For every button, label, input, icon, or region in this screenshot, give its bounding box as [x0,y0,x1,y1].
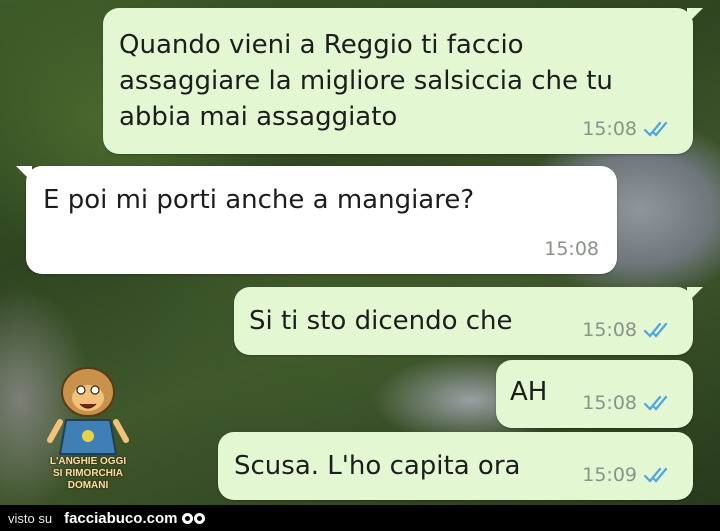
message-time: 15:08 [544,238,599,260]
message-bubble-outgoing[interactable]: AH 15:08 [496,360,693,428]
message-meta: 15:08 [544,238,599,260]
bubble-tail [687,8,703,24]
message-bubble-outgoing[interactable]: Scusa. L'ho capita ora 15:09 [218,432,693,500]
double-check-icon [643,395,668,411]
message-text-line: Scusa. L'ho capita ora [234,451,521,481]
eyes-icon [182,512,206,524]
watermark-logo: L'ANGHIE OGGI SI RIMORCHIA DOMANI [42,362,134,492]
bubble-tail [16,166,32,182]
watermark-line2: SI RIMORCHIA DOMANI [53,468,123,491]
message-bubble-outgoing[interactable]: Si ti sto dicendo che 15:08 [234,287,703,355]
message-text-line: AH [510,377,548,407]
message-meta: 15:09 [582,464,675,486]
message-text-line: assaggiare la migliore salsiccia che tu [119,66,613,96]
footer-site-link[interactable]: facciabuco.com [64,510,177,527]
message-time: 15:08 [582,319,637,341]
double-check-icon [643,121,668,137]
watermark-line1: L'ANGHIE OGGI [49,456,127,467]
message-bubble-incoming[interactable]: E poi mi porti anche a mangiare? 15:08 [16,166,617,274]
message-time: 15:08 [582,118,637,140]
message-meta: 15:08 [582,118,675,140]
message-text-line: abbia mai assaggiato [119,102,398,132]
double-check-icon [643,322,668,338]
message-time: 15:09 [582,464,637,486]
bubble-tail [687,287,703,303]
double-check-icon [643,467,668,483]
cartoon-character-icon [47,367,129,455]
message-meta: 15:08 [582,319,675,341]
message-meta: 15:08 [582,392,675,414]
message-bubble-outgoing[interactable]: Quando vieni a Reggio ti faccio assaggia… [103,8,703,154]
message-text-line: E poi mi porti anche a mangiare? [43,185,475,215]
message-time: 15:08 [582,392,637,414]
footer-bar: visto su facciabuco.com [0,505,720,531]
message-text-line: Si ti sto dicendo che [249,306,513,336]
footer-visto-label: visto su [8,510,53,526]
message-text-line: Quando vieni a Reggio ti faccio [119,30,524,60]
